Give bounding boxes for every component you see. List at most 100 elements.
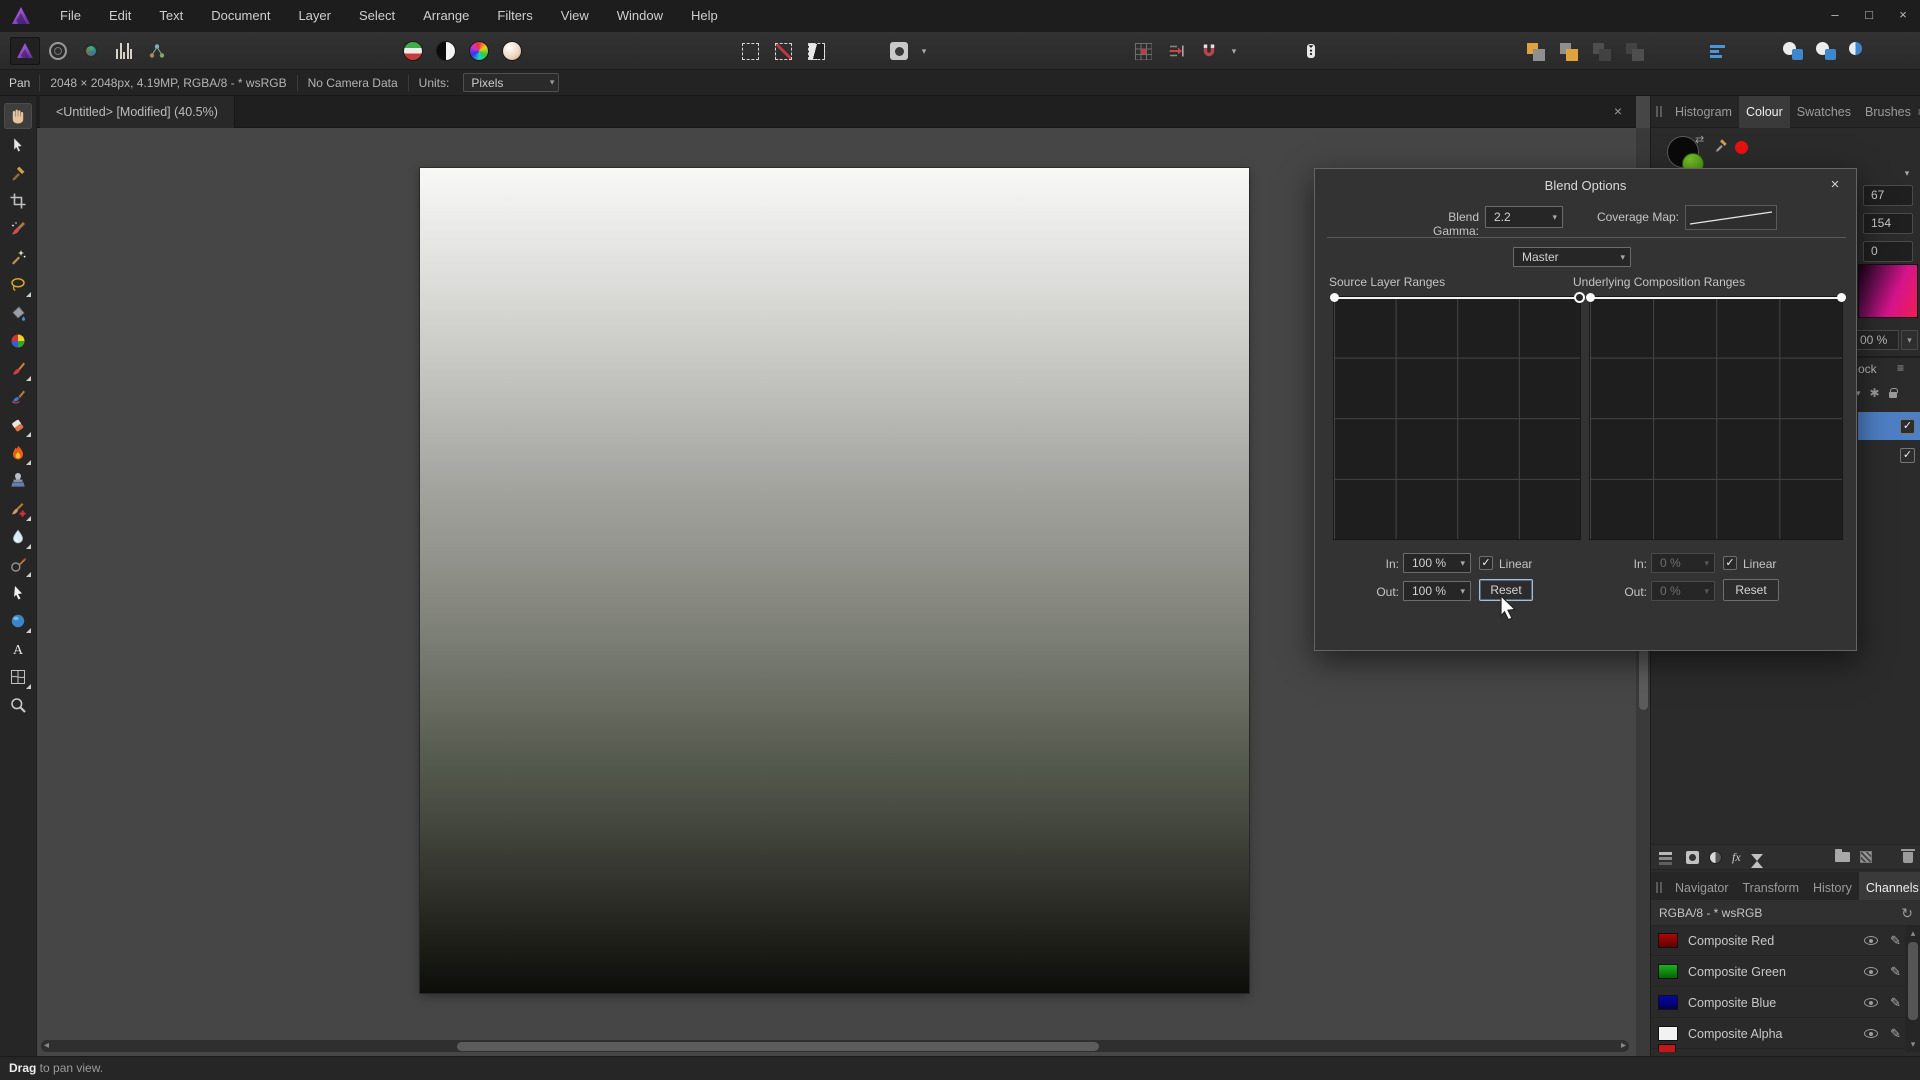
tool-mesh-warp-tool[interactable] [4,664,32,690]
underlying-in-select[interactable]: 0 % ▾ [1651,553,1715,573]
invert-selection-icon[interactable] [801,37,831,65]
document-tab[interactable]: <Untitled> [Modified] (40.5%) [40,96,235,128]
blend-gamma-select[interactable]: 2.2 ▾ [1485,206,1563,228]
photo-persona-icon[interactable] [10,37,40,65]
live-filter-icon[interactable] [1751,854,1763,861]
tool-clone-stamp-tool[interactable] [4,468,32,494]
menu-view[interactable]: View [547,0,603,32]
tool-move-tool[interactable] [4,132,32,158]
tool-erase-brush-tool[interactable] [4,412,32,438]
boolean-intersect-icon[interactable] [1844,37,1874,65]
panel-grip-icon[interactable] [1656,106,1662,117]
menu-text[interactable]: Text [145,0,197,32]
horizontal-scroll-thumb[interactable] [457,1042,1099,1051]
units-select[interactable]: Pixels ▾ [463,73,559,92]
tool-text-tool[interactable]: A [4,636,32,662]
order-forward-icon[interactable] [1553,37,1583,65]
tool-gradient-tool[interactable] [4,328,32,354]
pencil-icon[interactable]: ✎ [1890,933,1901,949]
underlying-linear-checkbox[interactable]: ✓ [1723,556,1737,570]
channel-row-composite-green[interactable]: Composite Green ✎ [1651,957,1905,987]
channel-row-composite-alpha[interactable]: Composite Alpha ✎ [1651,1019,1905,1049]
pencil-icon[interactable]: ✎ [1890,995,1901,1011]
underlying-ranges-graph[interactable] [1589,296,1843,540]
tool-selection-brush-tool[interactable] [4,216,32,242]
tool-dodge-burn-brush-tool[interactable] [4,440,32,466]
tab-histogram[interactable]: Histogram [1668,96,1739,128]
maximize-button[interactable]: □ [1852,0,1886,32]
range-curve[interactable] [1590,297,1842,299]
eyedropper-icon[interactable] [1713,137,1729,153]
layer-effects-icon[interactable]: fx [1732,850,1741,865]
curve-node[interactable] [1586,293,1595,302]
refresh-icon[interactable]: ↻ [1901,900,1913,926]
layer-row-selected[interactable]: ✓ [1858,412,1920,440]
layer-row[interactable]: ✓ [1858,442,1920,468]
quick-mask-icon[interactable] [884,37,914,65]
tab-brushes[interactable]: Brushes [1858,96,1918,128]
tool-freehand-selection-tool[interactable] [4,272,32,298]
eye-icon[interactable] [1864,967,1878,976]
liquify-persona-icon[interactable] [43,37,73,65]
adjustment-layer-icon[interactable] [1709,851,1722,864]
tool-paint-brush-tool[interactable] [4,356,32,382]
auto-contrast-icon[interactable] [431,37,461,65]
auto-colours-icon[interactable] [398,37,428,65]
eye-icon[interactable] [1864,936,1878,945]
tool-flood-select-tool[interactable] [4,244,32,270]
menu-arrange[interactable]: Arrange [409,0,483,32]
tab-transform[interactable]: Transform [1736,872,1807,904]
pencil-icon[interactable]: ✎ [1890,964,1901,980]
alignment-icon[interactable] [1702,37,1732,65]
coverage-map-curve[interactable] [1685,205,1777,230]
tab-swatches[interactable]: Swatches [1790,96,1858,128]
menu-layer[interactable]: Layer [284,0,345,32]
layer-visibility-checkbox[interactable]: ✓ [1900,448,1915,463]
eye-icon[interactable] [1864,998,1878,1007]
source-linear-checkbox[interactable]: ✓ [1479,556,1493,570]
opacity-dropdown-icon[interactable]: ▾ [1901,330,1918,350]
menu-window[interactable]: Window [603,0,677,32]
menu-edit[interactable]: Edit [95,0,145,32]
tool-crop-tool[interactable] [4,188,32,214]
source-out-select[interactable]: 100 % ▾ [1403,581,1471,601]
tab-navigator[interactable]: Navigator [1668,872,1736,904]
tool-colour-replacement-brush-tool[interactable] [4,384,32,410]
mask-layer-icon[interactable] [1686,851,1699,864]
source-ranges-graph[interactable] [1333,296,1581,540]
layer-range-select[interactable]: Master ▾ [1513,247,1631,267]
colour-picker-gradient[interactable] [1858,264,1918,318]
tool-zoom-tool[interactable] [4,692,32,718]
move-whole-pixels-icon[interactable] [1161,37,1191,65]
layers-stack-icon[interactable] [1659,852,1672,855]
close-document-icon[interactable]: × [1610,103,1626,119]
channel-row-partial[interactable] [1658,1044,1676,1052]
tool-blur-brush-tool[interactable] [4,524,32,550]
panel-grip-icon[interactable] [1656,882,1662,893]
lock-icon[interactable] [1889,392,1897,398]
curve-node-selected[interactable] [1574,292,1585,303]
pixel-grid-icon[interactable] [1128,37,1158,65]
gear-icon[interactable]: ✱ [1870,386,1880,400]
menu-filters[interactable]: Filters [483,0,546,32]
channels-scrollbar[interactable]: ▴ ▾ [1905,926,1920,1052]
snapping-dropdown-icon[interactable]: ▾ [1227,46,1241,57]
channel-row-composite-red[interactable]: Composite Red ✎ [1651,926,1905,956]
tab-history[interactable]: History [1806,872,1859,904]
horizontal-scrollbar[interactable]: ◂ ▸ [41,1040,1629,1052]
fill-layer-icon[interactable] [1860,851,1872,863]
curve-node[interactable] [1837,293,1846,302]
auto-white-balance-icon[interactable] [464,37,494,65]
delete-layer-icon[interactable] [1903,852,1913,863]
deselect-icon[interactable] [768,37,798,65]
order-backward-icon[interactable] [1586,37,1616,65]
close-window-button[interactable]: × [1886,0,1920,32]
scroll-up-icon[interactable]: ▴ [1905,928,1920,939]
tool-node-tool[interactable] [4,580,32,606]
tool-colour-picker-tool[interactable] [4,160,32,186]
order-back-icon[interactable] [1619,37,1649,65]
menu-file[interactable]: File [46,0,95,32]
range-curve[interactable] [1334,297,1580,299]
select-all-icon[interactable] [735,37,765,65]
pencil-icon[interactable]: ✎ [1890,1026,1901,1042]
